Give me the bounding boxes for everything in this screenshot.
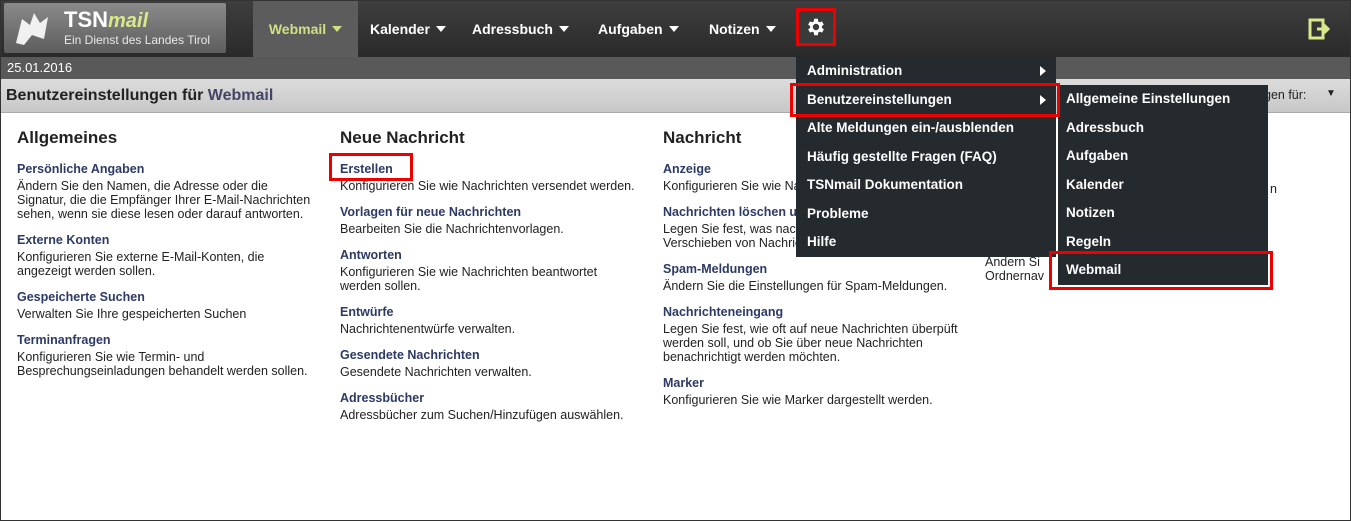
page-border	[0, 0, 1351, 521]
